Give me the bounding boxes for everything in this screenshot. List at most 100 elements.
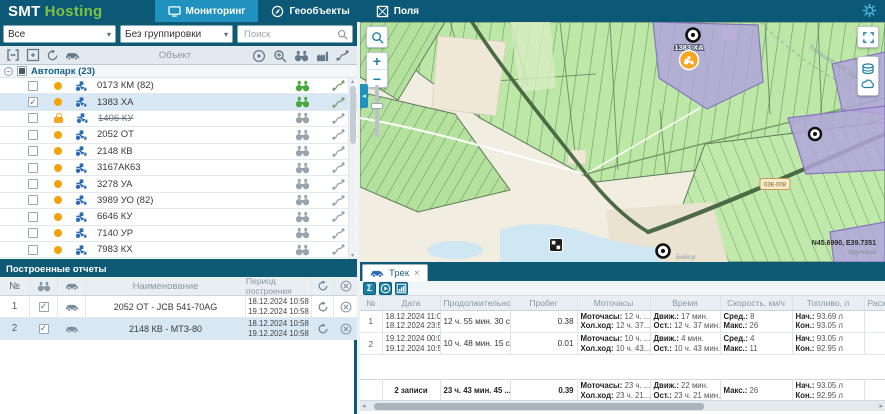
track-route-icon[interactable] [332,195,345,206]
fullscreen-button[interactable] [857,26,879,48]
track-route-icon[interactable] [332,129,345,140]
collapse-expander-icon[interactable]: − [4,67,13,76]
cluster-target-icon[interactable] [252,49,266,63]
report-row[interactable]: 1 2052 ОТ - JCB 541-70AG 18.12.2024 10:5… [0,296,357,318]
track-route-icon[interactable] [332,228,345,239]
cloud-icon[interactable] [861,79,875,89]
play-circle-icon[interactable] [379,282,392,295]
filter-dropdown[interactable]: Все▾ [3,25,116,43]
report-checkbox[interactable] [30,318,58,339]
report-row[interactable]: 2 2148 КВ - МТЗ-80 18.12.2024 10:5819.12… [0,318,357,340]
vehicle-checkbox[interactable] [28,81,38,91]
track-row[interactable]: 2 19.12.2024 00:0119.12.2024 10:50 10 ч.… [360,332,885,354]
vehicle-row[interactable]: 1406 КУ [0,111,357,127]
locate-binoculars-icon[interactable] [295,129,310,141]
vehicle-list-scrollbar[interactable]: ▴▾ [348,78,356,259]
vehicle-row[interactable]: 2148 КВ [0,144,357,160]
search-icon[interactable] [337,29,348,40]
scroll-left-arrow[interactable]: ◂ [362,402,366,410]
geofence-marker-1[interactable] [687,29,700,42]
refresh-all-icon[interactable] [312,277,334,295]
locate-binoculars-icon[interactable] [295,112,310,124]
flag-marker[interactable] [550,239,563,252]
sum-icon[interactable]: Σ [363,282,376,295]
col-fuel[interactable]: Топливо, л [792,296,864,310]
locate-binoculars-icon[interactable] [295,145,310,157]
col-speed[interactable]: Скорость, км/ч [720,296,792,310]
track-route-icon[interactable] [332,179,345,190]
track-row[interactable]: 1 18.12.2024 11:0118.12.2024 23:56 12 ч.… [360,310,885,332]
col-mileage[interactable]: Пробег [510,296,577,310]
locate-binoculars-icon[interactable] [295,211,310,223]
grouping-dropdown[interactable]: Без группировки▾ [120,25,233,43]
geofence-marker-3[interactable] [657,245,670,258]
vehicle-row[interactable]: 7140 УР [0,226,357,242]
vehicle-checkbox[interactable] [28,113,38,123]
vehicle-checkbox[interactable] [28,130,38,140]
col-consumption[interactable]: Расход, [864,296,885,310]
vehicle-row[interactable]: 3278 УА [0,176,357,192]
vehicle-checkbox[interactable] [28,228,38,238]
car-icon[interactable] [65,50,80,61]
report-checkbox[interactable] [30,296,58,317]
track-tab[interactable]: Трек × [362,264,428,281]
building-icon[interactable] [316,50,329,62]
horizontal-scrollbar[interactable]: ◂ ▸ [360,400,885,411]
map-area[interactable]: Тимашевский райо... 03К-008 1383 ХА [360,22,885,262]
geofence-marker-2[interactable] [809,128,821,140]
layers-icon[interactable] [861,63,875,75]
track-route-icon[interactable] [332,97,345,108]
vehicle-row[interactable]: 2052 ОТ [0,127,357,143]
scrollbar-thumb[interactable] [350,86,356,144]
gear-icon[interactable] [862,3,877,18]
scroll-right-arrow[interactable]: ▸ [879,402,883,410]
binoculars-icon[interactable] [294,50,309,62]
vehicle-checkbox[interactable] [28,146,38,156]
zoom-in-button[interactable]: + [367,53,387,70]
track-route-icon[interactable] [332,162,345,173]
col-date[interactable]: Дата [382,296,440,310]
locate-binoculars-icon[interactable] [295,162,310,174]
tab-geoobjects[interactable]: Геообъекты [258,0,362,22]
track-route-icon[interactable] [332,211,345,222]
zoom-slider[interactable] [375,85,379,137]
track-route-icon[interactable] [332,244,345,255]
vehicle-checkbox[interactable] [28,245,38,255]
map-search-button[interactable] [366,26,388,48]
vehicle-row[interactable]: 1383 ХА [0,94,357,110]
vehicle-checkbox[interactable] [28,212,38,222]
vehicle-checkbox[interactable] [28,195,38,205]
vehicle-row[interactable]: 0173 КМ (82) [0,78,357,94]
route-icon[interactable] [336,50,349,61]
tab-fields[interactable]: Поля [363,0,432,22]
col-motohours[interactable]: Моточасы [577,296,650,310]
report-refresh-icon[interactable] [312,296,334,317]
tab-monitoring[interactable]: Мониторинг [155,0,259,22]
locate-binoculars-icon[interactable] [295,80,310,92]
locate-binoculars-icon[interactable] [295,194,310,206]
refresh-icon[interactable] [46,49,59,62]
chart-icon[interactable] [395,282,408,295]
search-input[interactable] [242,28,330,41]
close-icon[interactable]: × [414,268,420,279]
report-close-icon[interactable] [334,318,357,339]
vehicle-row[interactable]: 3167АК63 [0,160,357,176]
vehicle-checkbox[interactable] [28,163,38,173]
locate-binoculars-icon[interactable] [295,244,310,256]
track-route-icon[interactable] [332,80,345,91]
vehicle-row[interactable]: 6646 КУ [0,209,357,225]
locate-binoculars-icon[interactable] [295,96,310,108]
close-all-icon[interactable] [334,277,357,295]
col-duration[interactable]: Продолжительно... [440,296,510,310]
vehicle-checkbox[interactable] [28,179,38,189]
locate-binoculars-icon[interactable] [295,178,310,190]
zoom-slider-handle[interactable] [371,103,383,109]
vehicle-checkbox[interactable] [28,97,38,107]
group-checkbox[interactable] [17,66,27,76]
group-row[interactable]: − Автопарк (23) [0,65,357,78]
zoom-to-icon[interactable] [273,49,287,63]
col-time[interactable]: Время [650,296,720,310]
scrollbar-thumb[interactable] [374,403,704,410]
vehicle-marker[interactable] [680,51,699,70]
panel-collapse-handle[interactable]: ◂ [360,84,368,108]
